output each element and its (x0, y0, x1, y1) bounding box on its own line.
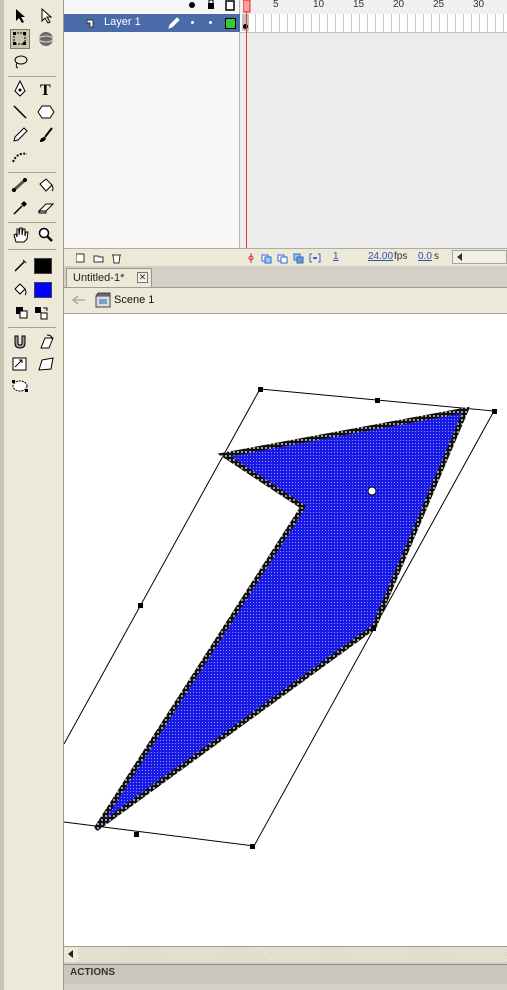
back-arrow-icon[interactable] (72, 295, 86, 305)
snap-to-objects-icon[interactable] (10, 332, 30, 352)
new-folder-icon (93, 255, 104, 263)
fill-color-icon (10, 280, 30, 300)
document-tab-title: Untitled-1* (73, 272, 125, 284)
lock-dot[interactable] (209, 21, 212, 24)
stroke-color-icon (10, 256, 30, 276)
layer-icon (86, 19, 94, 28)
stroke-color-swatch[interactable] (34, 258, 52, 274)
timeline-hscroll[interactable] (452, 250, 507, 264)
frame-ruler[interactable]: 5 10 15 20 25 30 (240, 0, 507, 15)
scale-icon[interactable] (10, 354, 30, 374)
envelope-icon[interactable] (10, 376, 30, 396)
frame-rate[interactable]: 24.00 (368, 251, 393, 262)
fill-color-swatch[interactable] (34, 282, 52, 298)
document-tab-bar: Untitled-1* ✕ (64, 266, 507, 288)
transform-center-point[interactable] (367, 486, 377, 496)
scroll-left-icon[interactable] (456, 253, 464, 261)
ruler-label: 20 (393, 0, 405, 10)
frames-row[interactable] (240, 14, 507, 33)
eraser-tool-icon[interactable] (36, 198, 56, 218)
hand-tool-icon[interactable] (10, 225, 30, 245)
rotate-skew-icon[interactable] (36, 332, 56, 352)
paint-bucket-tool-icon[interactable] (36, 175, 56, 195)
lock-icon (208, 0, 214, 9)
bone-tool-icon[interactable] (10, 175, 30, 195)
layers-list: Layer 1 (64, 0, 240, 266)
actions-panel-label: ACTIONS (70, 967, 115, 978)
panel-grip[interactable] (0, 0, 4, 990)
ruler-label: 25 (433, 0, 445, 10)
playhead[interactable] (243, 0, 251, 248)
scroll-left-icon (68, 950, 73, 958)
lasso-tool-icon[interactable] (10, 52, 30, 72)
stage-drawing (64, 387, 497, 849)
scene-icon (95, 292, 111, 308)
ruler-label: 15 (353, 0, 365, 10)
distort-icon[interactable] (36, 354, 56, 374)
current-frame[interactable]: 1 (333, 251, 339, 262)
timeline-empty-area (240, 33, 507, 248)
zoom-tool-icon[interactable] (36, 225, 56, 245)
eye-icon (189, 2, 195, 8)
new-layer-icon (76, 253, 85, 263)
polystar-tool-icon[interactable] (36, 102, 56, 122)
scene-name[interactable]: Scene 1 (114, 294, 154, 306)
selection-tool-icon[interactable] (10, 6, 30, 26)
free-transform-tool-icon[interactable] (10, 29, 30, 49)
edit-bar: Scene 1 (64, 288, 507, 314)
edit-multiple-frames-icon (293, 253, 304, 264)
stage-canvas[interactable] (64, 314, 507, 946)
close-icon[interactable]: ✕ (137, 272, 148, 283)
ruler-label: 5 (273, 0, 279, 10)
text-tool-icon[interactable]: T (36, 79, 56, 99)
timeline-panel: Layer 1 5 10 15 20 25 30 1 24.00 fps 0.0… (64, 0, 507, 266)
ruler-label: 30 (473, 0, 485, 10)
outline-icon (225, 0, 235, 11)
visibility-dot[interactable] (191, 21, 194, 24)
onion-outlines-icon (277, 254, 288, 264)
layer-name: Layer 1 (104, 16, 141, 28)
center-frame-icon (248, 253, 254, 263)
layer-row[interactable]: Layer 1 (64, 14, 240, 32)
scroll-track[interactable] (78, 947, 507, 962)
outline-color-swatch[interactable] (225, 18, 236, 29)
modify-markers-icon (309, 253, 321, 263)
subselection-tool-icon[interactable] (36, 6, 56, 26)
timeline-status-bar: 1 24.00 fps 0.0 s (64, 248, 507, 266)
time-unit: s (434, 251, 439, 262)
actions-panel-header[interactable]: ACTIONS (64, 964, 507, 984)
onion-skin-icon (261, 254, 272, 264)
deco-tool-icon[interactable] (10, 148, 30, 168)
scroll-left-button[interactable] (64, 947, 79, 962)
selected-shape[interactable] (93, 406, 471, 832)
document-tab[interactable]: Untitled-1* ✕ (66, 268, 152, 287)
pencil-tool-icon[interactable] (10, 125, 30, 145)
eyedropper-tool-icon[interactable] (10, 198, 30, 218)
pencil-icon (168, 17, 180, 29)
3d-rotation-tool-icon[interactable] (36, 29, 56, 49)
pen-tool-icon[interactable] (10, 79, 30, 99)
black-and-white-icon[interactable] (12, 303, 32, 323)
ruler-label: 10 (313, 0, 325, 10)
delete-layer-icon (112, 254, 121, 264)
elapsed-time[interactable]: 0.0 (418, 251, 432, 262)
fps-label: fps (394, 251, 408, 262)
svg-text:T: T (40, 82, 51, 97)
swap-colors-icon[interactable] (32, 303, 52, 323)
stage-hscroll[interactable] (64, 946, 507, 962)
line-tool-icon[interactable] (10, 102, 30, 122)
brush-tool-icon[interactable] (36, 125, 56, 145)
tools-panel: T (0, 0, 64, 990)
